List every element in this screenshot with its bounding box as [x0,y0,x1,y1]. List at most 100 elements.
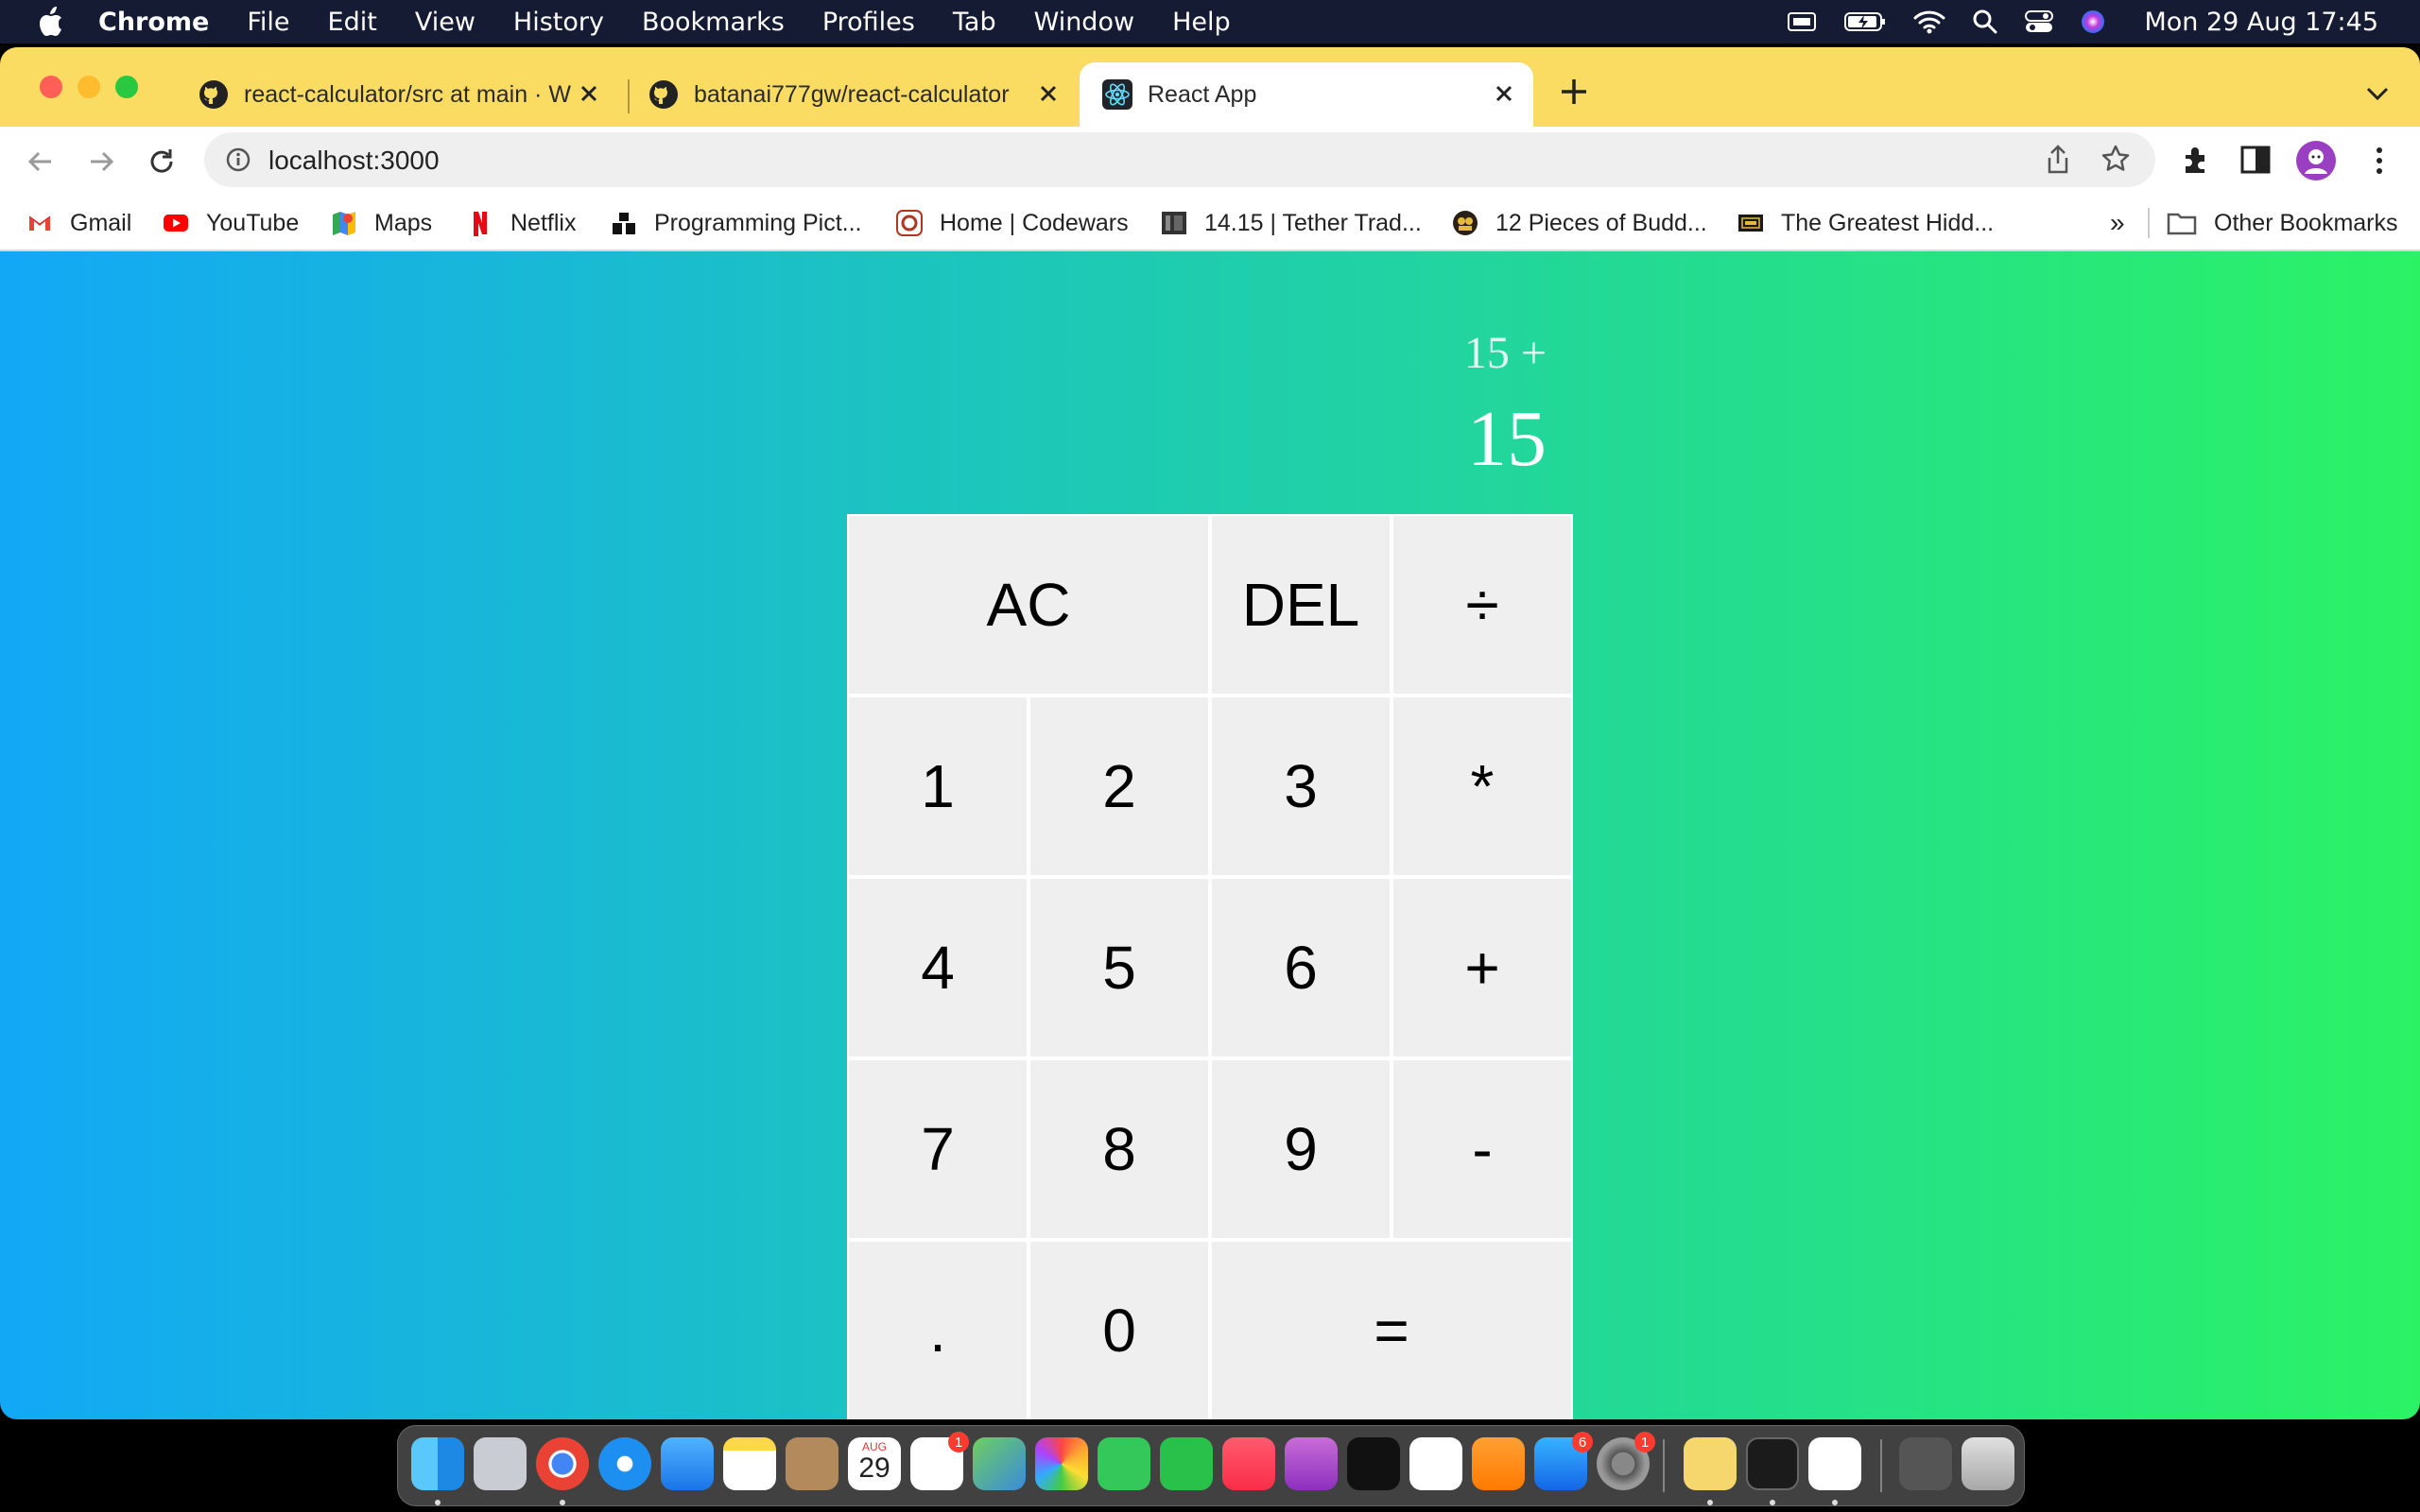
trash-icon[interactable] [1962,1437,2014,1490]
podcasts-icon[interactable] [1285,1437,1338,1490]
terminal-icon[interactable] [1746,1437,1799,1490]
zoom-window-button[interactable] [115,76,138,98]
chrome-menu-kebab-icon[interactable] [2363,144,2395,178]
codewars-icon [896,210,923,236]
menu-clock[interactable]: Mon 29 Aug 17:45 [2144,8,2378,37]
screen-share-icon[interactable] [1787,10,1817,33]
add-button[interactable]: + [1392,877,1573,1058]
menu-tab[interactable]: Tab [953,8,996,37]
maps-app-icon[interactable] [973,1437,1026,1490]
site-info-icon[interactable] [225,146,251,173]
close-tab-icon[interactable] [577,81,601,106]
new-tab-icon[interactable] [1558,76,1590,108]
apple-tv-icon[interactable] [1347,1437,1400,1490]
menu-file[interactable]: File [247,8,289,37]
equals-button[interactable]: = [1210,1240,1573,1419]
menu-help[interactable]: Help [1172,8,1231,37]
tab-react-app[interactable]: React App [1080,62,1533,127]
back-arrow-icon[interactable] [25,146,57,178]
safari-icon[interactable] [598,1437,651,1490]
apple-icon[interactable] [36,6,64,38]
menu-view[interactable]: View [415,8,475,37]
close-window-button[interactable] [40,76,62,98]
digit-3-button[interactable]: 3 [1210,696,1392,877]
bookmark-maps[interactable]: Maps [331,206,432,240]
vscode-icon[interactable] [1808,1437,1861,1490]
digit-1-button[interactable]: 1 [847,696,1028,877]
youtube-icon [164,215,188,232]
multiply-button[interactable]: * [1392,696,1573,877]
delete-button[interactable]: DEL [1210,514,1392,696]
music-icon[interactable] [1222,1437,1275,1490]
calendar-icon[interactable]: AUG 29 [848,1437,901,1490]
address-bar[interactable]: localhost:3000 [204,132,2155,187]
bookmark-star-icon[interactable] [2100,144,2131,174]
netflix-icon [474,212,487,236]
downloads-stack-icon[interactable] [1899,1437,1952,1490]
bookmark-greatest-hidden[interactable]: The Greatest Hidd... [1737,206,1994,240]
bookmark-label: Home | Codewars [940,209,1129,236]
battery-icon[interactable] [1843,10,1887,33]
menu-bookmarks[interactable]: Bookmarks [642,8,785,37]
tab-batanai-react-calculator[interactable]: batanai777gw/react-calculator [626,62,1078,127]
share-icon[interactable] [2044,144,2072,176]
notes-icon[interactable] [723,1437,776,1490]
digit-7-button[interactable]: 7 [847,1058,1028,1240]
tab-search-chevron-icon[interactable] [2363,83,2392,104]
digit-6-button[interactable]: 6 [1210,877,1392,1058]
close-tab-icon[interactable] [1036,81,1061,106]
buddha-icon [1453,211,1478,235]
facetime-icon[interactable] [1160,1437,1213,1490]
subtract-button[interactable]: - [1392,1058,1573,1240]
menu-window[interactable]: Window [1034,8,1134,37]
all-clear-button[interactable]: AC [847,514,1210,696]
messages-icon[interactable] [1098,1437,1150,1490]
divide-button[interactable]: ÷ [1392,514,1573,696]
stickies-icon[interactable] [1684,1437,1737,1490]
menu-history[interactable]: History [513,8,604,37]
bookmark-youtube[interactable]: YouTube [163,206,299,240]
books-icon[interactable] [1472,1437,1525,1490]
bookmarks-bar: Gmail YouTube Maps Netflix Programming P… [0,195,2420,251]
bookmark-other-folder[interactable]: Other Bookmarks [2167,206,2398,240]
reload-icon[interactable] [146,146,178,178]
bookmark-codewars[interactable]: Home | Codewars [896,206,1129,240]
forward-arrow-icon[interactable] [85,146,117,178]
bookmarks-overflow-button[interactable]: » [2110,206,2125,240]
side-panel-icon[interactable] [2240,146,2271,174]
extensions-puzzle-icon[interactable] [2180,144,2212,176]
menu-edit[interactable]: Edit [328,8,377,37]
profile-avatar[interactable] [2295,140,2337,181]
digit-5-button[interactable]: 5 [1028,877,1210,1058]
chrome-icon[interactable] [536,1437,589,1490]
bookmark-label: YouTube [206,209,300,236]
digit-9-button[interactable]: 9 [1210,1058,1392,1240]
control-center-icon[interactable] [2025,9,2054,34]
siri-icon[interactable] [2080,9,2106,35]
url-text[interactable]: localhost:3000 [268,146,440,176]
close-tab-icon[interactable] [1492,81,1516,106]
digit-2-button[interactable]: 2 [1028,696,1210,877]
decimal-button[interactable]: . [847,1240,1028,1419]
mail-icon[interactable] [661,1437,714,1490]
digit-8-button[interactable]: 8 [1028,1058,1210,1240]
launchpad-icon[interactable] [474,1437,527,1490]
digit-0-button[interactable]: 0 [1028,1240,1210,1419]
bookmark-programming-pictures[interactable]: Programming Pict... [611,206,862,240]
bookmark-netflix[interactable]: Netflix [467,206,576,240]
bookmark-tether-trade[interactable]: 14.15 | Tether Trad... [1161,206,1422,240]
tab-react-calculator-src[interactable]: react-calculator/src at main · W [176,62,618,127]
menu-profiles[interactable]: Profiles [822,8,915,37]
wifi-icon[interactable] [1913,9,1945,34]
finder-icon[interactable] [411,1437,464,1490]
digit-4-button[interactable]: 4 [847,877,1028,1058]
news-icon[interactable] [1409,1437,1462,1490]
menu-app-name[interactable]: Chrome [98,8,209,37]
contacts-icon[interactable] [786,1437,838,1490]
photos-icon[interactable] [1035,1437,1088,1490]
bookmark-gmail[interactable]: Gmail [26,206,131,240]
minimize-window-button[interactable] [78,76,100,98]
github-icon [649,80,678,109]
spotlight-search-icon[interactable] [1972,9,1998,35]
bookmark-buddhism[interactable]: 12 Pieces of Budd... [1452,206,1707,240]
